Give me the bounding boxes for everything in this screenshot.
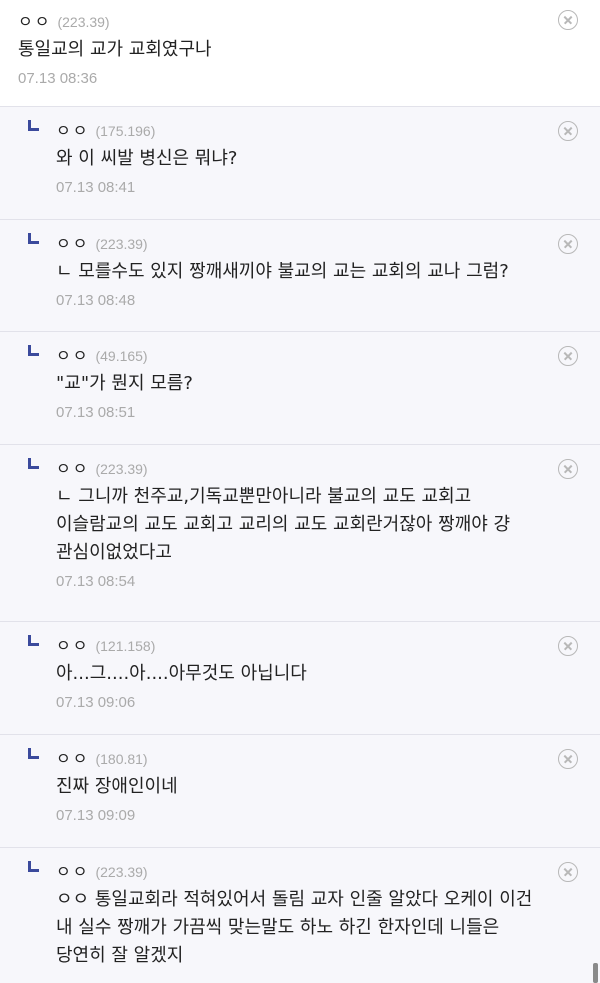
comment-date: 07.13 08:41 bbox=[56, 179, 136, 196]
comment-ip: (223.39) bbox=[95, 236, 148, 252]
comment-text: 진짜 장애인이네 bbox=[56, 776, 178, 797]
comment-text: "교"가 뭔지 모름? bbox=[56, 373, 193, 394]
reply-arrow-icon bbox=[28, 861, 39, 872]
comment-nickname[interactable]: ㅇㅇ bbox=[56, 230, 89, 254]
reply-comment: ㅇㅇ (175.196) 와 이 씨발 병신은 뭐냐? 07.13 08:41 bbox=[0, 107, 600, 220]
reply-comment: ㅇㅇ (223.39) ㄴ 그니까 천주교,기독교뿐만아니라 불교의 교도 교회… bbox=[0, 445, 600, 622]
comment-header: ㅇㅇ (180.81) bbox=[56, 745, 550, 769]
comment-thread: ㅇㅇ (223.39) 통일교의 교가 교회였구나 07.13 08:36 ㅇㅇ… bbox=[0, 0, 600, 983]
comment-nickname[interactable]: ㅇㅇ bbox=[56, 745, 89, 769]
comment-date: 07.13 08:51 bbox=[56, 404, 136, 421]
comment-text: ㅇㅇ 통일교회라 적혀있어서 돌림 교자 인줄 알았다 오케이 이건 내 실수 … bbox=[56, 889, 533, 966]
comment-header: ㅇㅇ (121.158) bbox=[56, 632, 550, 656]
reply-comment: ㅇㅇ (121.158) 아...그....아....아무것도 아닙니다 07.… bbox=[0, 622, 600, 735]
comment-ip: (49.165) bbox=[95, 348, 148, 364]
comment-ip: (180.81) bbox=[95, 751, 148, 767]
comment-ip: (223.39) bbox=[95, 461, 148, 477]
delete-comment-icon[interactable] bbox=[558, 459, 578, 479]
reply-comment: ㅇㅇ (223.39) ㅇㅇ 통일교회라 적혀있어서 돌림 교자 인줄 알았다 … bbox=[0, 848, 600, 983]
reply-arrow-icon bbox=[28, 458, 39, 469]
comment-date: 07.13 08:36 bbox=[18, 70, 98, 87]
delete-comment-icon[interactable] bbox=[558, 346, 578, 366]
comment-header: ㅇㅇ (223.39) bbox=[56, 455, 550, 479]
delete-comment-icon[interactable] bbox=[558, 862, 578, 882]
comment-nickname[interactable]: ㅇㅇ bbox=[56, 342, 89, 366]
comment-header: ㅇㅇ (175.196) bbox=[56, 117, 550, 141]
comment-nickname[interactable]: ㅇㅇ bbox=[56, 858, 89, 882]
comment-text: 아...그....아....아무것도 아닙니다 bbox=[56, 663, 307, 684]
comment-header: ㅇㅇ (49.165) bbox=[56, 342, 550, 366]
reply-arrow-icon bbox=[28, 345, 39, 356]
scrollbar[interactable] bbox=[593, 963, 598, 983]
comment-nickname[interactable]: ㅇㅇ bbox=[56, 117, 89, 141]
comment-nickname[interactable]: ㅇㅇ bbox=[56, 455, 89, 479]
comment: ㅇㅇ (223.39) 통일교의 교가 교회였구나 07.13 08:36 bbox=[0, 0, 600, 107]
reply-comment: ㅇㅇ (180.81) 진짜 장애인이네 07.13 09:09 bbox=[0, 735, 600, 848]
comment-nickname[interactable]: ㅇㅇ bbox=[56, 632, 89, 656]
delete-comment-icon[interactable] bbox=[558, 10, 578, 30]
reply-arrow-icon bbox=[28, 233, 39, 244]
comment-ip: (223.39) bbox=[95, 864, 148, 880]
comment-header: ㅇㅇ (223.39) bbox=[56, 858, 550, 882]
comment-date: 07.13 08:48 bbox=[56, 292, 136, 309]
comment-header: ㅇㅇ (223.39) bbox=[56, 230, 550, 254]
reply-arrow-icon bbox=[28, 120, 39, 131]
reply-arrow-icon bbox=[28, 748, 39, 759]
comment-text: 통일교의 교가 교회였구나 bbox=[18, 39, 212, 60]
comment-date: 07.13 09:09 bbox=[56, 807, 136, 824]
reply-arrow-icon bbox=[28, 635, 39, 646]
comment-text: 와 이 씨발 병신은 뭐냐? bbox=[56, 148, 238, 169]
comment-ip: (223.39) bbox=[57, 14, 110, 30]
comment-text: ㄴ 그니까 천주교,기독교뿐만아니라 불교의 교도 교회고 이슬람교의 교도 교… bbox=[56, 486, 511, 563]
comment-date: 07.13 09:06 bbox=[56, 694, 136, 711]
comment-ip: (121.158) bbox=[95, 638, 156, 654]
comment-date: 07.13 08:54 bbox=[56, 573, 136, 590]
delete-comment-icon[interactable] bbox=[558, 234, 578, 254]
delete-comment-icon[interactable] bbox=[558, 121, 578, 141]
comment-nickname[interactable]: ㅇㅇ bbox=[18, 8, 51, 32]
reply-comment: ㅇㅇ (223.39) ㄴ 모를수도 있지 짱깨새끼야 불교의 교는 교회의 교… bbox=[0, 220, 600, 332]
comment-header: ㅇㅇ (223.39) bbox=[18, 8, 550, 32]
delete-comment-icon[interactable] bbox=[558, 636, 578, 656]
reply-comment: ㅇㅇ (49.165) "교"가 뭔지 모름? 07.13 08:51 bbox=[0, 332, 600, 445]
comment-ip: (175.196) bbox=[95, 123, 156, 139]
comment-text: ㄴ 모를수도 있지 짱깨새끼야 불교의 교는 교회의 교나 그럼? bbox=[56, 261, 509, 282]
delete-comment-icon[interactable] bbox=[558, 749, 578, 769]
